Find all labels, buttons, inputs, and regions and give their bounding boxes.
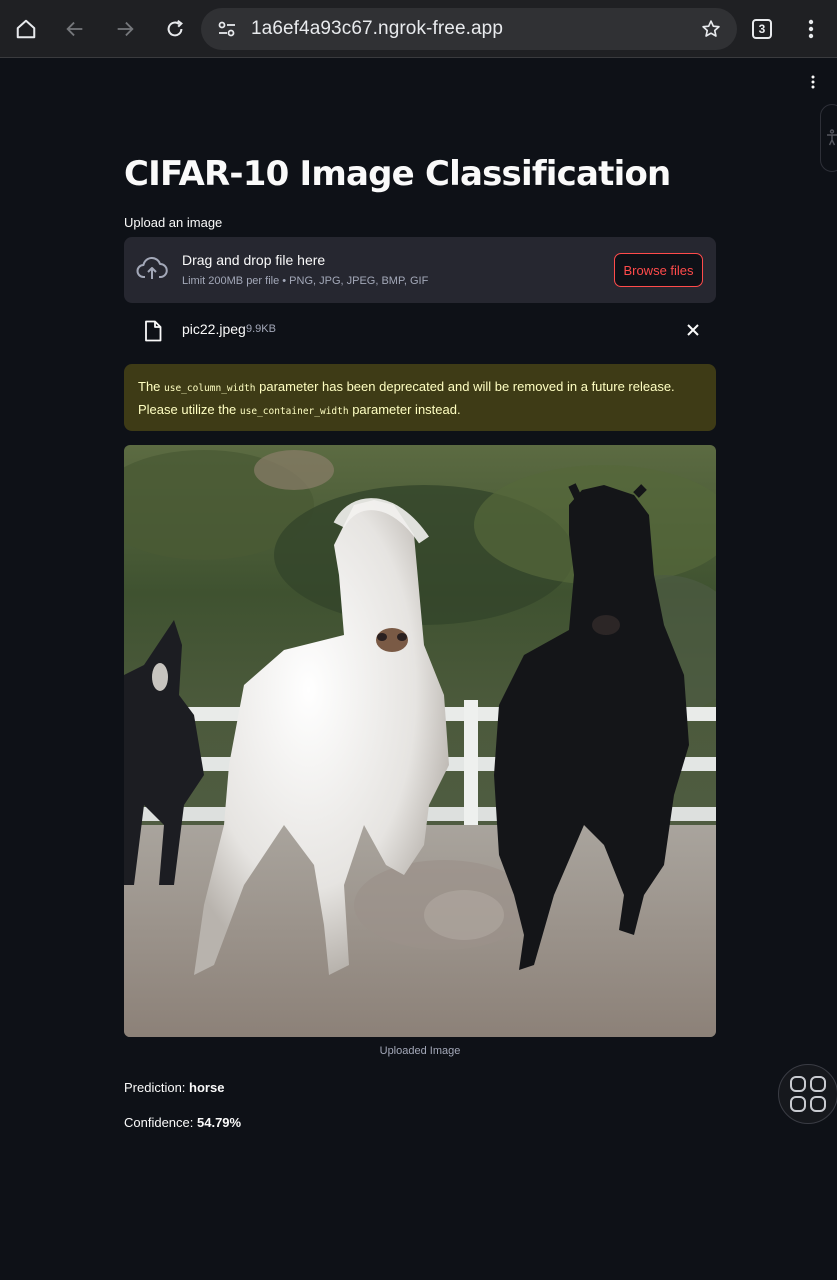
browser-menu-button[interactable] [791, 9, 831, 49]
warning-code: use_column_width [164, 383, 256, 394]
accessibility-handle[interactable] [820, 104, 837, 172]
tab-switcher-button[interactable]: 3 [752, 19, 772, 39]
prediction-value: horse [189, 1080, 225, 1095]
app-menu-button[interactable] [803, 72, 823, 92]
site-settings-icon [218, 21, 235, 37]
home-icon [16, 19, 36, 39]
confidence-label: Confidence: [124, 1115, 197, 1130]
address-bar[interactable]: 1a6ef4a93c67.ngrok-free.app [201, 8, 737, 50]
browse-files-button[interactable]: Browse files [614, 253, 703, 287]
arrow-right-icon [117, 21, 134, 37]
close-icon [687, 324, 699, 336]
warning-text: The [138, 379, 165, 394]
bookmark-star-icon[interactable] [701, 19, 721, 39]
prediction-label: Prediction: [124, 1080, 190, 1095]
uploaded-image [124, 445, 716, 1037]
prediction-result: Prediction: horse [124, 1080, 224, 1095]
uploaded-file-row: pic22.jpeg 9.9KB [124, 312, 716, 348]
confidence-value: 54.79% [197, 1115, 242, 1130]
back-button[interactable] [55, 9, 95, 49]
home-button[interactable] [6, 9, 46, 49]
reload-icon [167, 19, 183, 37]
forward-button[interactable] [105, 9, 145, 49]
upload-label: Upload an image [124, 215, 223, 230]
file-size: 9.9KB [246, 323, 276, 335]
cloud-upload-icon [136, 256, 168, 279]
arrow-left-icon [66, 21, 83, 37]
grid-icon [790, 1076, 826, 1112]
url-text: 1a6ef4a93c67.ngrok-free.app [251, 18, 504, 39]
page-title: CIFAR-10 Image Classification [124, 154, 671, 194]
reload-button[interactable] [155, 9, 195, 49]
warning-text: parameter instead. [348, 402, 461, 417]
image-caption: Uploaded Image [379, 1045, 461, 1057]
kebab-menu-icon [808, 19, 814, 39]
kebab-menu-icon [811, 75, 815, 89]
floating-apps-button[interactable] [778, 1064, 837, 1124]
confidence-result: Confidence: 54.79% [124, 1115, 241, 1130]
file-icon [145, 320, 162, 342]
remove-file-button[interactable] [684, 321, 702, 339]
deprecation-warning: The use_column_width parameter has been … [124, 364, 716, 431]
warning-code: use_container_width [239, 406, 349, 417]
dropzone-title: Drag and drop file here [182, 252, 326, 268]
dropzone-limits: Limit 200MB per file • PNG, JPG, JPEG, B… [182, 275, 429, 287]
file-name: pic22.jpeg [182, 321, 246, 337]
accessibility-icon [827, 129, 837, 146]
file-dropzone[interactable]: Drag and drop file here Limit 200MB per … [124, 237, 716, 303]
browser-toolbar: 1a6ef4a93c67.ngrok-free.app 3 [0, 0, 837, 58]
